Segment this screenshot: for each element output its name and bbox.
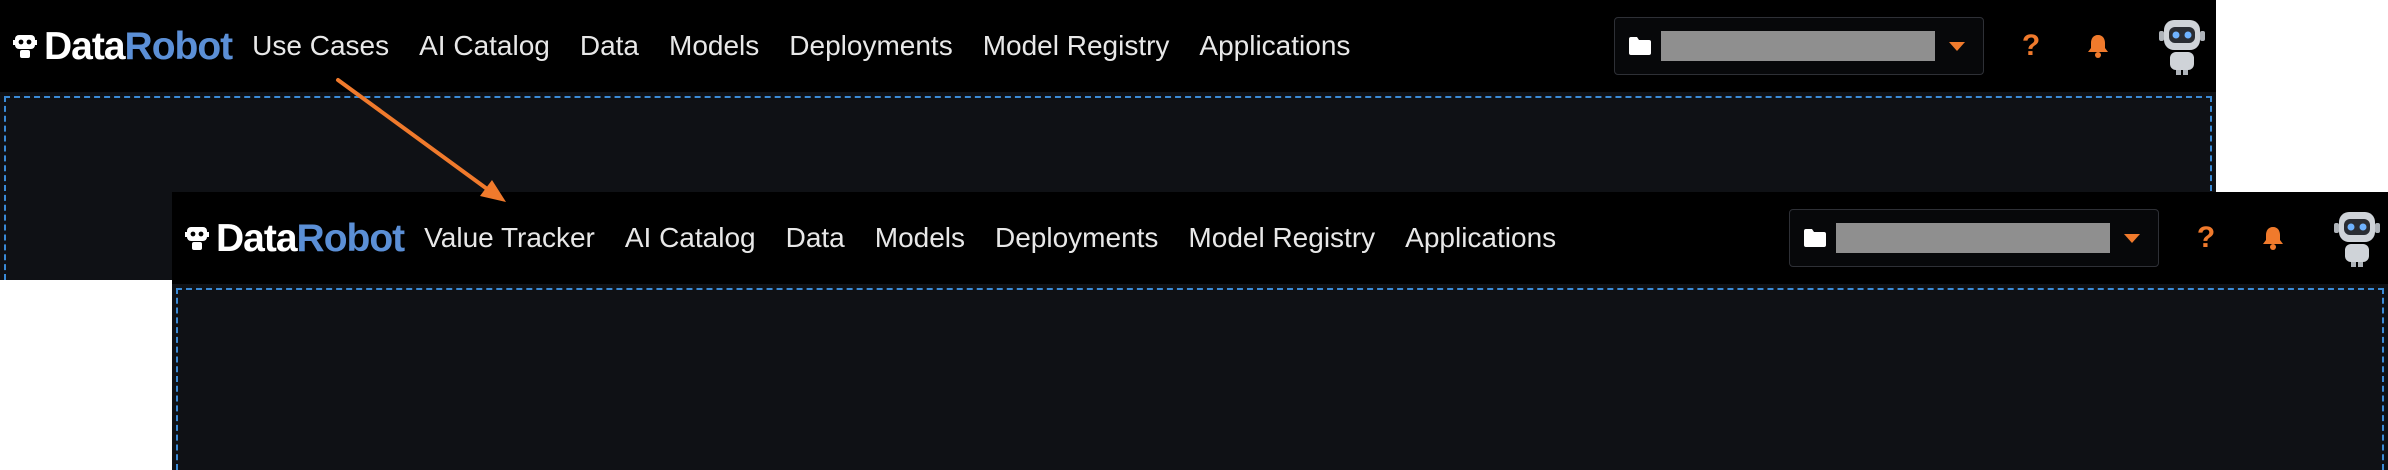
nav-data[interactable]: Data [580, 30, 639, 62]
nav-ai-catalog[interactable]: AI Catalog [625, 222, 756, 254]
screenshot-after: DataRobot Value Tracker AI Catalog Data … [172, 192, 2388, 470]
datarobot-logo-icon [184, 223, 210, 253]
main-nav: Value Tracker AI Catalog Data Models Dep… [424, 222, 1586, 254]
bell-icon[interactable] [2086, 33, 2110, 59]
help-icon[interactable]: ? [2018, 31, 2044, 61]
robot-avatar-icon[interactable] [2329, 208, 2385, 268]
nav-value-tracker[interactable]: Value Tracker [424, 222, 595, 254]
datarobot-logo[interactable]: DataRobot [12, 0, 234, 92]
content-area [176, 288, 2384, 470]
nav-deployments[interactable]: Deployments [789, 30, 952, 62]
nav-models[interactable]: Models [875, 222, 965, 254]
top-navigation-bar: DataRobot Value Tracker AI Catalog Data … [172, 192, 2388, 284]
logo-text-data: Data [44, 24, 126, 68]
nav-model-registry[interactable]: Model Registry [983, 30, 1170, 62]
nav-models[interactable]: Models [669, 30, 759, 62]
logo-text-robot: Robot [124, 24, 234, 68]
project-selector[interactable] [1789, 209, 2159, 267]
datarobot-logo[interactable]: DataRobot [184, 192, 406, 284]
nav-use-cases[interactable]: Use Cases [252, 30, 389, 62]
main-nav: Use Cases AI Catalog Data Models Deploym… [252, 30, 1380, 62]
nav-ai-catalog[interactable]: AI Catalog [419, 30, 550, 62]
project-selector[interactable] [1614, 17, 1984, 75]
robot-avatar-icon[interactable] [2154, 16, 2210, 76]
folder-icon [1804, 229, 1826, 247]
project-name-redacted [1661, 31, 1935, 61]
header-tools: ? [1614, 0, 2210, 92]
header-tools: ? [1789, 192, 2385, 284]
datarobot-logo-icon [12, 31, 38, 61]
logo-wordmark: DataRobot [216, 216, 406, 260]
logo-text-data: Data [216, 216, 298, 260]
logo-wordmark: DataRobot [44, 24, 234, 68]
bell-icon[interactable] [2261, 225, 2285, 251]
nav-model-registry[interactable]: Model Registry [1188, 222, 1375, 254]
top-navigation-bar: DataRobot Use Cases AI Catalog Data Mode… [0, 0, 2216, 92]
logo-text-robot: Robot [296, 216, 406, 260]
folder-icon [1629, 37, 1651, 55]
project-name-redacted [1836, 223, 2110, 253]
nav-deployments[interactable]: Deployments [995, 222, 1158, 254]
nav-applications[interactable]: Applications [1405, 222, 1556, 254]
caret-down-icon[interactable] [2124, 233, 2140, 243]
nav-applications[interactable]: Applications [1199, 30, 1350, 62]
caret-down-icon[interactable] [1949, 41, 1965, 51]
help-icon[interactable]: ? [2193, 223, 2219, 253]
nav-data[interactable]: Data [786, 222, 845, 254]
